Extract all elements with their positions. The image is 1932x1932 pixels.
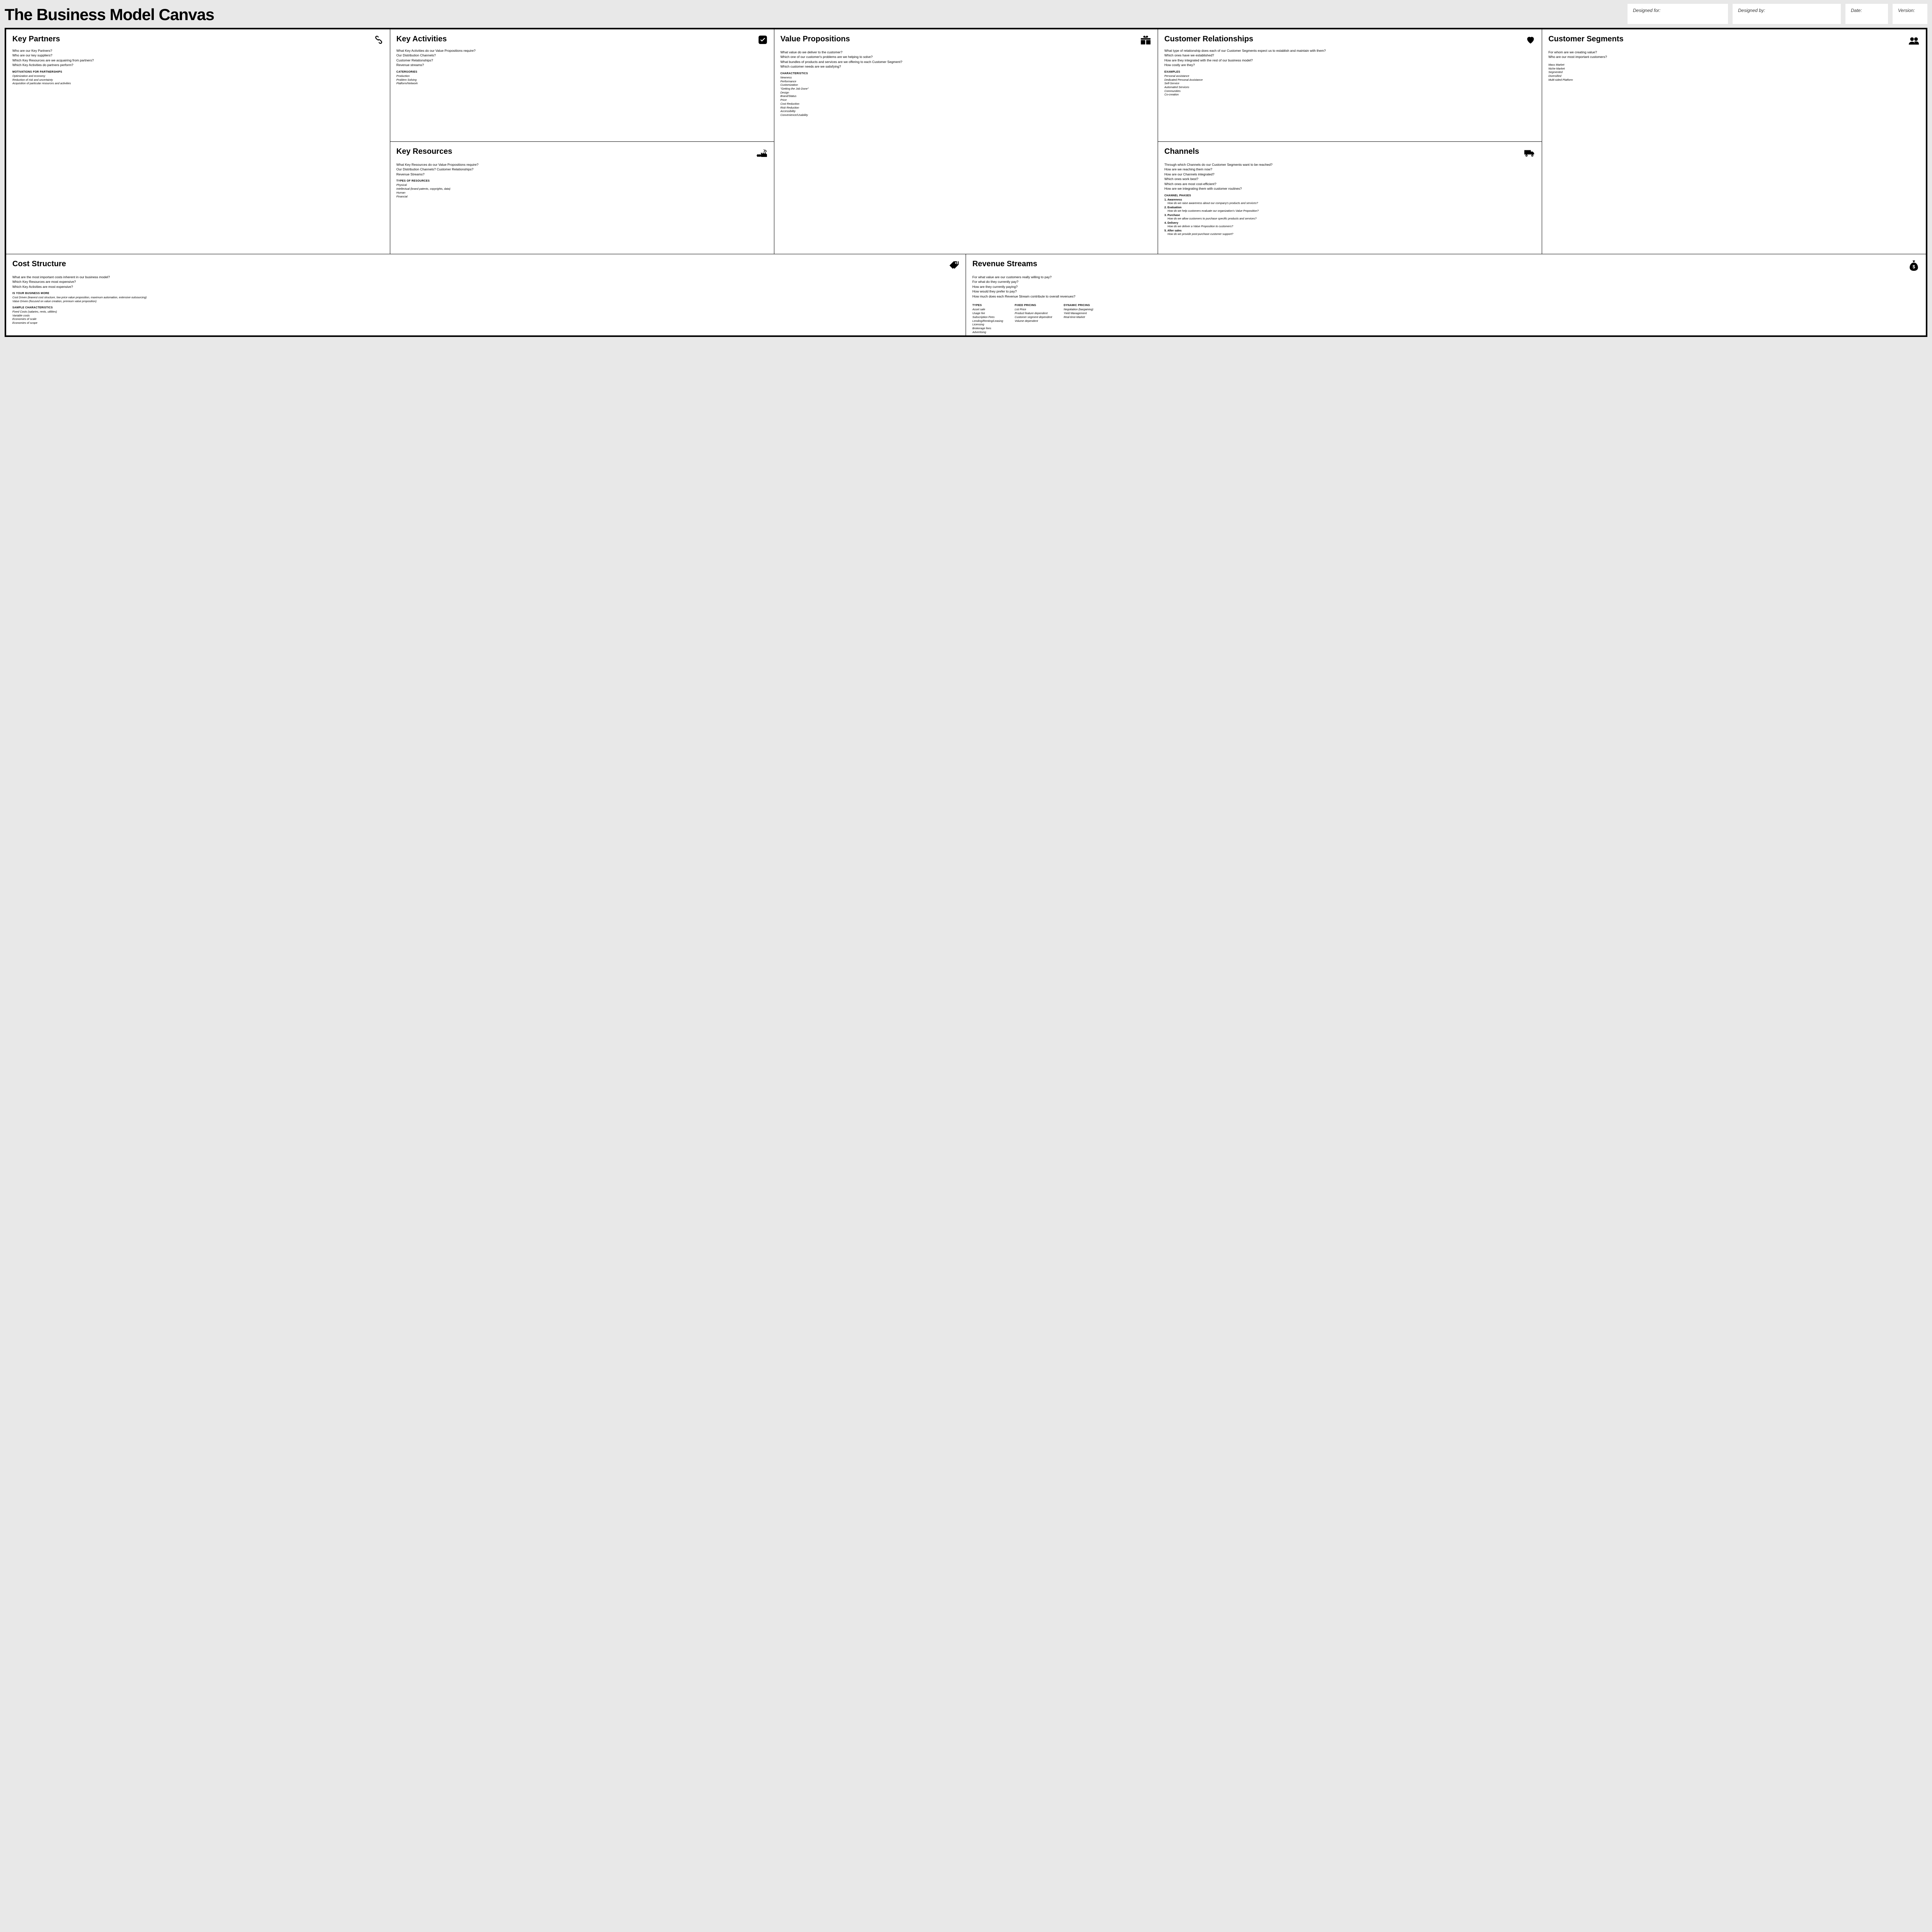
ka-questions: What Key Activities do our Value Proposi…: [396, 49, 768, 68]
date-box[interactable]: Date:: [1845, 4, 1888, 24]
cs-title: Customer Segments: [1548, 35, 1624, 44]
money-bag-icon: $: [1908, 260, 1920, 271]
designed-by-box[interactable]: Designed by:: [1733, 4, 1841, 24]
customer-relationships-block[interactable]: Customer Relationships What type of rela…: [1158, 29, 1542, 141]
version-box[interactable]: Version:: [1893, 4, 1927, 24]
factory-icon: [756, 147, 768, 159]
kr-questions: What Key Resources do our Value Proposit…: [396, 163, 768, 177]
truck-icon: [1524, 147, 1536, 159]
kp-title: Key Partners: [12, 35, 60, 44]
tag-icon: [948, 260, 959, 271]
value-propositions-block[interactable]: Value Propositions What value do we deli…: [774, 29, 1158, 254]
cr-questions: What type of relationship does each of o…: [1164, 49, 1536, 68]
ka-subhead: Catergories: [396, 71, 768, 73]
vp-title: Value Propositions: [781, 35, 850, 44]
kp-subhead: Motivations for Partnerships: [12, 71, 384, 73]
page-title: The Business Model Canvas: [5, 4, 1623, 24]
gift-icon: [1140, 35, 1151, 46]
ch-phases: 1. AwarenessHow do we raise awareness ab…: [1164, 198, 1536, 236]
kr-title: Key Resources: [396, 147, 452, 156]
key-activities-block[interactable]: Key Activities What Key Activities do ou…: [390, 29, 774, 141]
ch-title: Channels: [1164, 147, 1199, 156]
vp-subhead: Characteristics: [781, 72, 1152, 75]
ka-hints: Production Problem Solving Platform/Netw…: [396, 74, 768, 85]
cr-subhead: Examples: [1164, 71, 1536, 73]
cost-hints-2: Fixed Costs (salaries, rents, utilities)…: [12, 310, 959, 325]
cost-subhead-2: Sample Characteristics: [12, 306, 959, 309]
people-icon: [1908, 35, 1920, 46]
cs-questions: For whom are we creating value? Who are …: [1548, 50, 1920, 60]
key-partners-block[interactable]: Key Partners Who are our Key Partners? W…: [6, 29, 390, 254]
header: The Business Model Canvas Designed for: …: [5, 4, 1927, 24]
cs-hints: Mass Market Niche Market Segmented Diver…: [1548, 63, 1920, 82]
cost-hints-1: Cost Driven (leanest cost structure, low…: [12, 296, 959, 303]
revenue-streams-block[interactable]: Revenue Streams $ For what value are our…: [966, 254, 1926, 335]
kp-questions: Who are our Key Partners? Who are our ke…: [12, 49, 384, 68]
designed-for-box[interactable]: Designed for:: [1628, 4, 1728, 24]
kp-hints: Optimization and economy Reduction of ri…: [12, 74, 384, 85]
ka-title: Key Activities: [396, 35, 447, 44]
customer-segments-block[interactable]: Customer Segments For whom are we creati…: [1542, 29, 1926, 254]
rev-title: Revenue Streams: [972, 260, 1037, 269]
svg-text:$: $: [1913, 265, 1915, 270]
cr-title: Customer Relationships: [1164, 35, 1253, 44]
checkbox-icon: [758, 35, 768, 45]
cost-title: Cost Structure: [12, 260, 66, 269]
rev-dynamic-head: Dynamic Pricing: [1064, 304, 1094, 307]
ch-questions: Through which Channels do our Customer S…: [1164, 163, 1536, 191]
kr-subhead: Types of Resources: [396, 180, 768, 182]
cost-structure-block[interactable]: Cost Structure What are the most importa…: [6, 254, 966, 335]
vp-hints: Newness Performance Customization "Getti…: [781, 76, 1152, 117]
cr-hints: Personal assistance Dedicated Personal A…: [1164, 74, 1536, 97]
rev-fixed-head: Fixed Pricing: [1015, 304, 1052, 307]
key-resources-block[interactable]: Key Resources What Key Resources do our …: [390, 142, 774, 254]
vp-questions: What value do we deliver to the customer…: [781, 50, 1152, 69]
rev-columns: Types Asset sale Usage fee Subscription …: [972, 301, 1920, 334]
channels-block[interactable]: Channels Through which Channels do our C…: [1158, 142, 1542, 254]
rev-questions: For what value are our customers really …: [972, 275, 1920, 299]
kr-hints: Physical Intellectual (brand patents, co…: [396, 183, 768, 198]
link-icon: [374, 35, 384, 45]
cost-questions: What are the most important costs inhere…: [12, 275, 959, 289]
cost-subhead-1: Is Your Business More: [12, 292, 959, 295]
rev-types-head: Types: [972, 304, 1003, 307]
ch-subhead: Channel Phases: [1164, 194, 1536, 197]
heart-icon: [1526, 35, 1536, 45]
canvas-grid: Key Partners Who are our Key Partners? W…: [5, 28, 1927, 337]
